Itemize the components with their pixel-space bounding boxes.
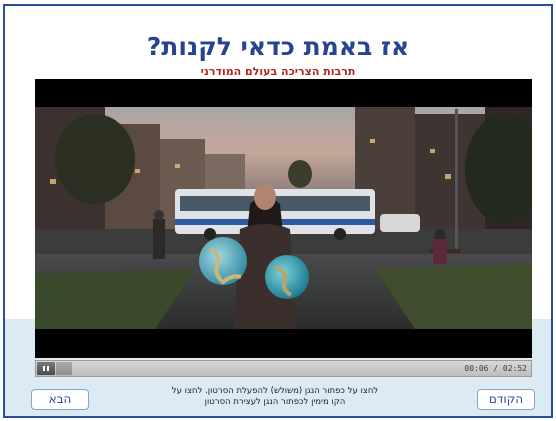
pause-icon[interactable]	[37, 362, 55, 375]
next-button[interactable]: הבא	[31, 389, 89, 410]
instructions-line-1: לחצו על כפתור הנגן (משולש) להפעלת הסרטון…	[171, 386, 379, 396]
page-subtitle: תרבות הצריכה בעולם המודרני	[200, 65, 356, 78]
video-player[interactable]	[35, 79, 532, 358]
instructions-line-2: הקו מימין לכפתור הנגן לעצירת הסרטון	[204, 397, 346, 407]
page-title: אז באמת כדאי לקנות?	[146, 32, 410, 61]
previous-button[interactable]: הקודם	[477, 389, 535, 410]
video-frame	[35, 79, 532, 358]
instructions-text: לחצו על כפתור הנגן (משולש) להפעלת הסרטון…	[120, 386, 430, 408]
video-controls: 00:06 / 02:52	[35, 360, 532, 377]
progress-bar[interactable]	[56, 362, 72, 375]
time-display: 00:06 / 02:52	[464, 364, 527, 373]
